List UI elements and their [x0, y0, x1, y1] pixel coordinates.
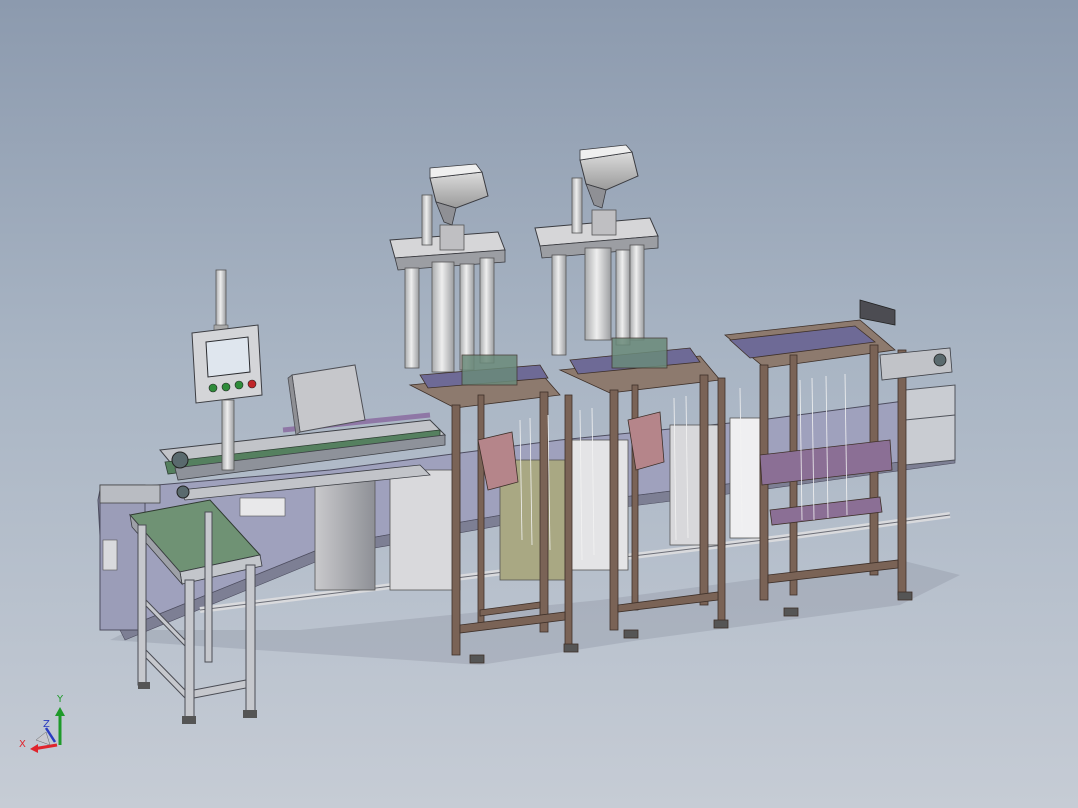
- hmi-button-green-1[interactable]: [209, 384, 217, 392]
- coordinate-triad: X Y Z: [19, 694, 65, 753]
- y-axis-arrowhead: [55, 707, 65, 716]
- x-axis-label: X: [19, 739, 26, 750]
- hmi-button-green-2[interactable]: [222, 383, 230, 391]
- cad-viewport[interactable]: X Y Z: [0, 0, 1078, 808]
- hopper-press-1[interactable]: [390, 164, 505, 372]
- hmi-screen[interactable]: [206, 337, 250, 377]
- x-axis-arrowhead: [30, 744, 38, 753]
- assembly-model: X Y Z: [0, 0, 1078, 808]
- hmi-button-red[interactable]: [248, 380, 256, 388]
- signal-tower: [216, 270, 226, 330]
- z-axis-label: Z: [43, 719, 50, 730]
- hopper-press-2[interactable]: [535, 145, 658, 355]
- y-axis-label: Y: [56, 694, 64, 705]
- hmi-button-green-3[interactable]: [235, 381, 243, 389]
- triad-cube: [36, 732, 50, 745]
